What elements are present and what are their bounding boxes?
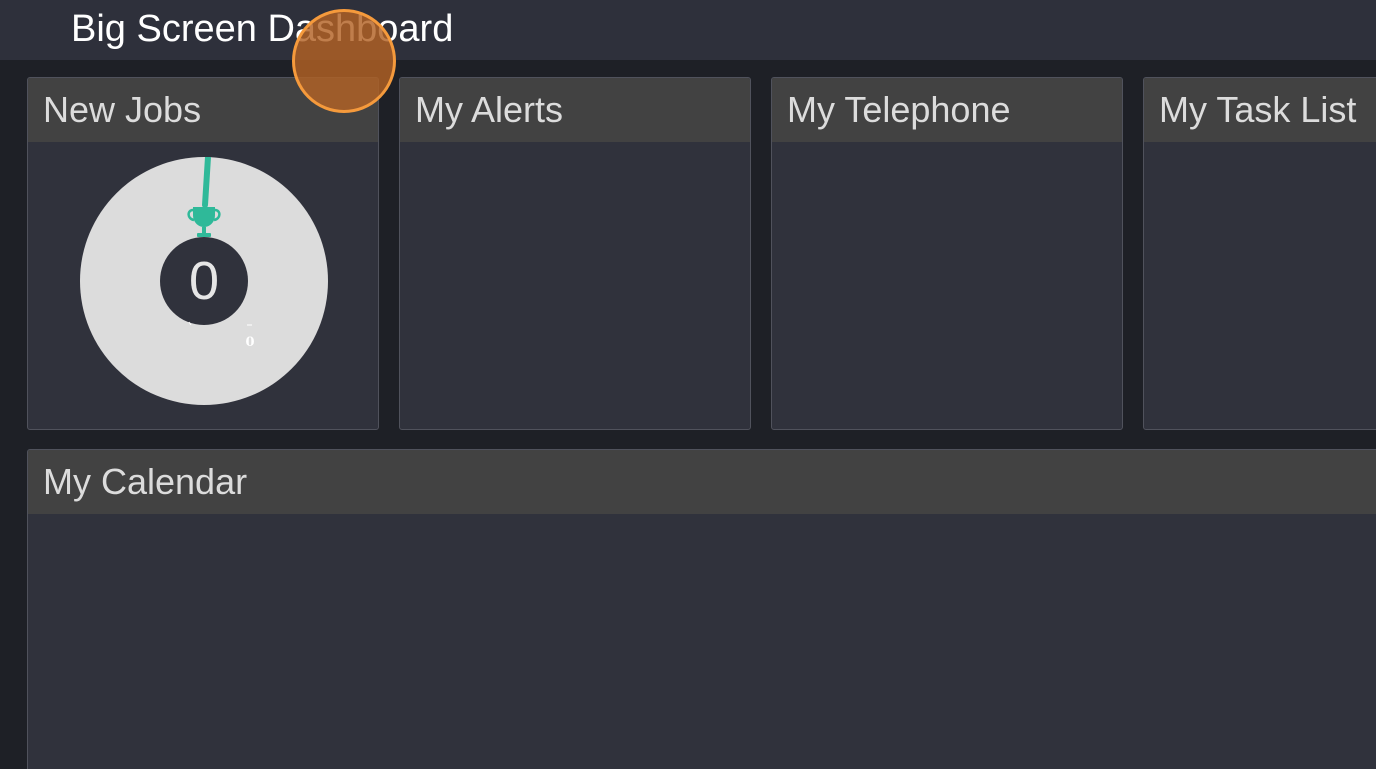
my-alerts-panel: My Alerts: [399, 77, 751, 430]
my-task-list-title: My Task List: [1159, 89, 1357, 130]
new-jobs-panel: New Jobs 0 0: [27, 77, 379, 430]
gauge-min-label: 0: [245, 335, 255, 350]
my-task-list-panel-header[interactable]: My Task List: [1144, 78, 1376, 142]
my-telephone-panel-header[interactable]: My Telephone: [772, 78, 1122, 142]
my-calendar-title: My Calendar: [43, 461, 248, 502]
my-task-list-panel: My Task List: [1143, 77, 1376, 430]
my-telephone-panel: My Telephone: [771, 77, 1123, 430]
my-calendar-panel: My Calendar: [27, 449, 1376, 769]
new-jobs-title: New Jobs: [43, 89, 202, 130]
new-jobs-gauge: 0 0: [80, 157, 328, 405]
my-telephone-title: My Telephone: [787, 89, 1011, 130]
my-alerts-panel-header[interactable]: My Alerts: [400, 78, 750, 142]
gauge-needle: [202, 157, 211, 208]
top-bar: Big Screen Dashboard: [0, 0, 1376, 60]
dashboard-page: Big Screen Dashboard New Jobs 0 0 My Ale…: [0, 0, 1376, 769]
new-jobs-panel-header[interactable]: New Jobs: [28, 78, 378, 142]
my-calendar-panel-header[interactable]: My Calendar: [28, 450, 1376, 514]
page-title: Big Screen Dashboard: [71, 8, 454, 50]
gauge-value: 0: [188, 251, 220, 311]
my-alerts-title: My Alerts: [415, 89, 564, 130]
